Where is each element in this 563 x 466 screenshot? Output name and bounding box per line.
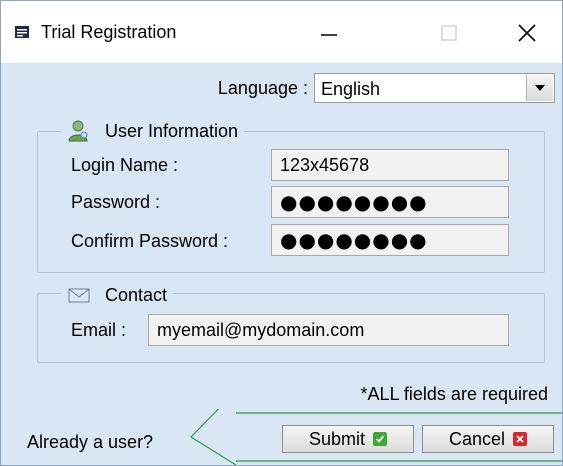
title-bar[interactable]: Trial Registration bbox=[1, 1, 562, 63]
user-information-legend-text: User Information bbox=[105, 121, 239, 141]
x-icon bbox=[513, 432, 528, 446]
login-name-label: Login Name : bbox=[71, 155, 179, 175]
contact-legend: Contact bbox=[61, 282, 174, 308]
contact-legend-text: Contact bbox=[105, 285, 168, 305]
email-label: Email : bbox=[71, 320, 127, 340]
close-icon bbox=[518, 24, 536, 42]
password-label: Password : bbox=[71, 192, 161, 212]
close-button[interactable] bbox=[497, 11, 557, 55]
language-label: Language : bbox=[217, 78, 308, 98]
required-fields-note: *ALL fields are required bbox=[360, 384, 548, 404]
minimize-button[interactable] bbox=[299, 11, 359, 55]
submit-label: Submit bbox=[308, 428, 366, 449]
email-input[interactable]: myemail@mydomain.com bbox=[148, 314, 509, 346]
user-icon bbox=[67, 120, 91, 142]
minimize-icon bbox=[321, 34, 337, 36]
user-information-legend: User Information bbox=[61, 118, 245, 144]
trial-registration-window: Trial Registration Language : English Us… bbox=[0, 0, 563, 466]
language-selected-value: English bbox=[321, 79, 381, 99]
window-title: Trial Registration bbox=[41, 22, 177, 42]
confirm-password-label: Confirm Password : bbox=[71, 231, 229, 251]
language-select[interactable]: English bbox=[314, 73, 555, 103]
envelope-icon bbox=[67, 284, 91, 306]
password-input[interactable]: ●●●●●●●● bbox=[271, 186, 509, 218]
dropdown-arrow-icon[interactable] bbox=[526, 75, 553, 101]
app-window-icon bbox=[15, 26, 29, 38]
maximize-icon bbox=[441, 25, 457, 41]
language-row: Language : English bbox=[1, 71, 562, 103]
cancel-label: Cancel bbox=[448, 428, 506, 449]
already-user-link[interactable]: Already a user? bbox=[27, 431, 153, 453]
check-icon bbox=[373, 432, 388, 446]
submit-button[interactable]: Submit bbox=[282, 425, 414, 453]
footer-bar: Already a user? Submit Cancel bbox=[1, 409, 562, 465]
cancel-button[interactable]: Cancel bbox=[422, 425, 554, 453]
maximize-button[interactable] bbox=[419, 11, 479, 55]
confirm-password-input[interactable]: ●●●●●●●● bbox=[271, 224, 509, 256]
login-name-input[interactable]: 123x45678 bbox=[271, 149, 509, 181]
